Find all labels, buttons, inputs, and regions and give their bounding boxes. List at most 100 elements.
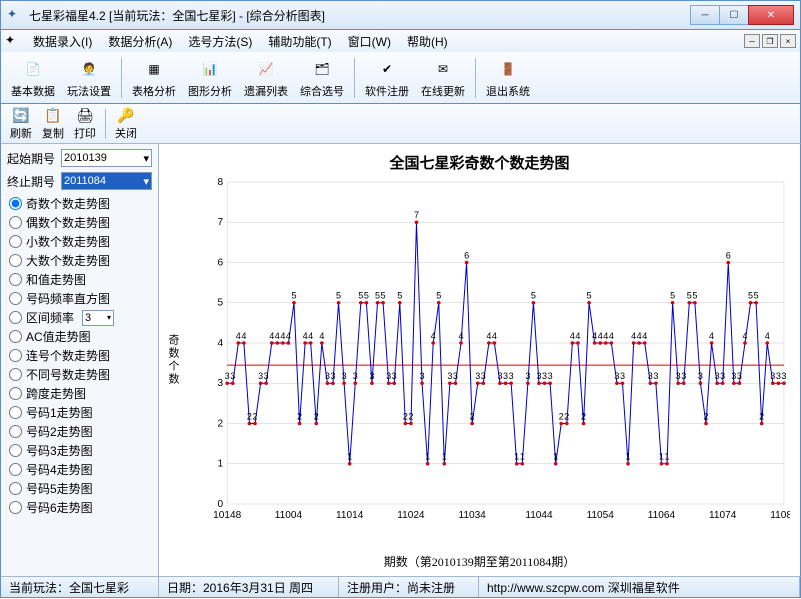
chart-option-radio[interactable] [9, 330, 22, 343]
print-icon: 🖨 [76, 107, 94, 124]
chart-option-radio[interactable] [9, 197, 22, 210]
svg-text:2: 2 [759, 412, 764, 422]
menu-help[interactable]: 帮助(H) [399, 31, 456, 52]
svg-text:3: 3 [731, 371, 736, 381]
chart-option-radio[interactable] [9, 254, 22, 267]
svg-text:5: 5 [692, 291, 697, 301]
svg-text:5: 5 [436, 291, 441, 301]
svg-text:5: 5 [291, 291, 296, 301]
menu-icon: ✦ [5, 33, 21, 49]
svg-text:3: 3 [225, 371, 230, 381]
svg-text:5: 5 [397, 291, 402, 301]
svg-text:5: 5 [336, 291, 341, 301]
chart-option-radio[interactable] [9, 349, 22, 362]
svg-text:3: 3 [536, 371, 541, 381]
svg-text:4: 4 [431, 331, 436, 341]
chart-option-0[interactable]: 奇数个数走势图 [7, 194, 152, 213]
chart-option-2[interactable]: 小数个数走势图 [7, 232, 152, 251]
svg-text:3: 3 [264, 371, 269, 381]
menu-data-analysis[interactable]: 数据分析(A) [100, 31, 180, 52]
exit-icon: 🚪 [496, 57, 520, 81]
tb-basic-data[interactable]: 📄基本数据 [5, 54, 61, 102]
chart-option-13[interactable]: 号码3走势图 [7, 441, 152, 460]
svg-text:4: 4 [642, 331, 647, 341]
chart-option-6[interactable]: 区间频率 3▾ [7, 308, 152, 327]
chart-option-label: 区间频率 [26, 309, 74, 326]
chart-option-8[interactable]: 连号个数走势图 [7, 346, 152, 365]
svg-text:3: 3 [509, 371, 514, 381]
chart-option-14[interactable]: 号码4走势图 [7, 460, 152, 479]
svg-text:4: 4 [637, 331, 642, 341]
chart-option-radio[interactable] [9, 387, 22, 400]
tb2-print[interactable]: 🖨打印 [69, 106, 101, 142]
status-user: 注册用户：尚未注册 [339, 577, 479, 597]
tb-exit[interactable]: 🚪退出系统 [480, 54, 536, 102]
y-axis-label: 奇数个数 [165, 334, 181, 386]
window-buttons: ─ ☐ ✕ [691, 5, 794, 25]
chart-option-radio[interactable] [9, 501, 22, 514]
chart-option-15[interactable]: 号码5走势图 [7, 479, 152, 498]
chart-option-4[interactable]: 和值走势图 [7, 270, 152, 289]
chart-option-radio[interactable] [9, 425, 22, 438]
chart-option-radio[interactable] [9, 482, 22, 495]
svg-text:3: 3 [548, 371, 553, 381]
chart-svg: 0123456783344223344445244243353135535533… [205, 176, 790, 532]
chart-option-7[interactable]: AC值走势图 [7, 327, 152, 346]
chart-option-1[interactable]: 偶数个数走势图 [7, 213, 152, 232]
svg-text:3: 3 [353, 371, 358, 381]
tb-update[interactable]: ✉在线更新 [415, 54, 471, 102]
svg-text:3: 3 [330, 371, 335, 381]
svg-text:4: 4 [275, 331, 280, 341]
chart-option-3[interactable]: 大数个数走势图 [7, 251, 152, 270]
menu-aux[interactable]: 辅助功能(T) [260, 31, 339, 52]
tb-play-settings[interactable]: 🧑‍💼玩法设置 [61, 54, 117, 102]
chart-option-5[interactable]: 号码频率直方图 [7, 289, 152, 308]
menu-data-entry[interactable]: 数据录入(I) [25, 31, 100, 52]
svg-text:3: 3 [542, 371, 547, 381]
chart-option-radio[interactable] [9, 444, 22, 457]
close-button[interactable]: ✕ [748, 5, 794, 25]
chart-option-radio[interactable] [9, 216, 22, 229]
chart-option-label: 号码2走势图 [26, 423, 93, 440]
mdi-restore-button[interactable]: ❐ [762, 34, 778, 48]
chart-option-radio[interactable] [9, 406, 22, 419]
svg-text:3: 3 [676, 371, 681, 381]
interval-spinner[interactable]: 3▾ [82, 310, 114, 326]
tb-table-analysis[interactable]: ▦表格分析 [126, 54, 182, 102]
chart-option-radio[interactable] [9, 463, 22, 476]
chart-option-9[interactable]: 不同号数走势图 [7, 365, 152, 384]
svg-text:5: 5 [358, 291, 363, 301]
tb2-close[interactable]: 🔑关闭 [110, 106, 142, 142]
chart-option-11[interactable]: 号码1走势图 [7, 403, 152, 422]
chart-option-radio[interactable] [9, 235, 22, 248]
mdi-minimize-button[interactable]: ─ [744, 34, 760, 48]
start-period-select[interactable]: 2010139▾ [61, 149, 152, 167]
chart-option-16[interactable]: 号码6走势图 [7, 498, 152, 517]
maximize-button[interactable]: ☐ [719, 5, 749, 25]
chart-option-radio[interactable] [9, 273, 22, 286]
tb2-copy[interactable]: 📋复制 [37, 106, 69, 142]
tb-chart-analysis[interactable]: 📊图形分析 [182, 54, 238, 102]
svg-text:4: 4 [241, 331, 246, 341]
chart-option-radio[interactable] [9, 311, 22, 324]
statusbar: 当前玩法：全国七星彩 日期：2016年3月31日 周四 注册用户：尚未注册 ht… [0, 576, 801, 598]
chart-option-radio[interactable] [9, 368, 22, 381]
svg-text:1: 1 [347, 452, 352, 462]
tb2-refresh[interactable]: 🔄刷新 [5, 106, 37, 142]
menu-window[interactable]: 窗口(W) [340, 31, 399, 52]
minimize-button[interactable]: ─ [690, 5, 720, 25]
svg-text:11034: 11034 [459, 510, 487, 521]
svg-text:2: 2 [581, 412, 586, 422]
tb-comprehensive[interactable]: 🗂综合选号 [294, 54, 350, 102]
chart-option-radio[interactable] [9, 292, 22, 305]
chart-option-10[interactable]: 跨度走势图 [7, 384, 152, 403]
select-icon: 🗂 [310, 57, 334, 81]
svg-text:3: 3 [386, 371, 391, 381]
tb-register[interactable]: ✔软件注册 [359, 54, 415, 102]
end-period-select[interactable]: 2011084▾ [61, 172, 152, 190]
menu-number-method[interactable]: 选号方法(S) [180, 31, 260, 52]
tb-miss-list[interactable]: 📈遗漏列表 [238, 54, 294, 102]
svg-text:5: 5 [381, 291, 386, 301]
mdi-close-button[interactable]: × [780, 34, 796, 48]
chart-option-12[interactable]: 号码2走势图 [7, 422, 152, 441]
